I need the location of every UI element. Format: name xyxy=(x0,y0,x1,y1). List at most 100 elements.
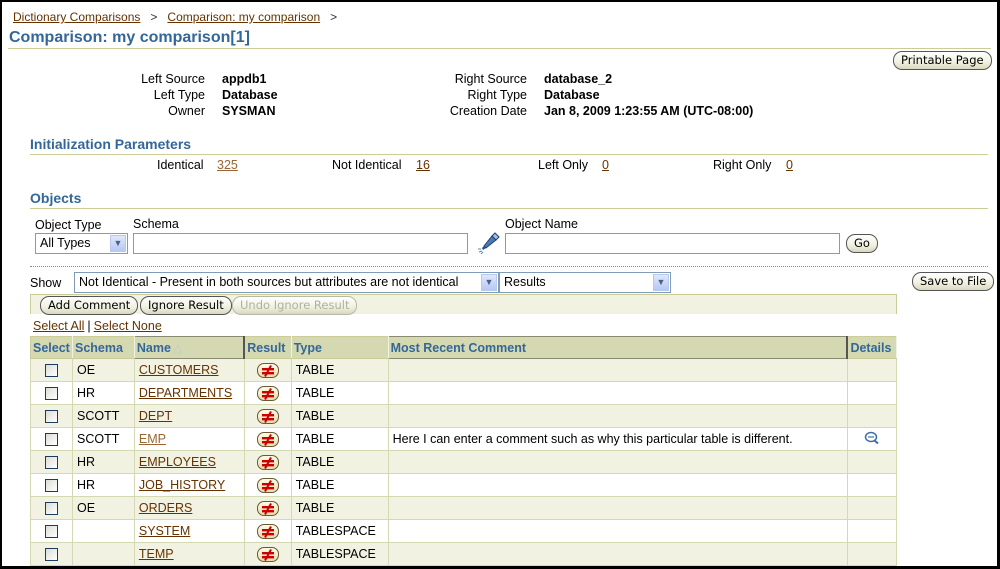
not-identical-count-link[interactable]: 16 xyxy=(416,158,430,172)
right-only-count-link[interactable]: 0 xyxy=(786,158,793,172)
row-checkbox[interactable] xyxy=(44,479,58,493)
left-only-count-link[interactable]: 0 xyxy=(602,158,609,172)
chevron-down-icon: ▼ xyxy=(653,274,669,291)
title-divider xyxy=(8,48,991,49)
breadcrumb-separator: > xyxy=(330,10,338,24)
object-type-select[interactable]: All Types ▼ xyxy=(35,233,128,254)
schema-cell: OE xyxy=(71,358,135,382)
select-cell xyxy=(30,404,73,428)
breadcrumb-dictionary-comparisons[interactable]: Dictionary Comparisons xyxy=(13,10,140,24)
schema-cell xyxy=(71,542,135,566)
comment-cell xyxy=(387,450,848,474)
results-table: Select Schema Name △ Result Type Most Rec… xyxy=(30,336,898,566)
show-filter-select[interactable]: Not Identical - Present in both sources … xyxy=(74,272,499,293)
result-cell xyxy=(243,473,292,497)
select-all-link[interactable]: Select All xyxy=(33,319,84,333)
result-cell xyxy=(243,427,292,451)
page-title: Comparison: my comparison[1] xyxy=(9,29,250,46)
right-source-value: database_2 xyxy=(544,72,613,86)
not-equal-icon xyxy=(256,500,279,516)
details-cell xyxy=(846,473,898,497)
column-header-result[interactable]: Result xyxy=(243,336,292,359)
row-checkbox[interactable] xyxy=(44,502,58,516)
details-cell xyxy=(846,358,898,382)
comment-cell xyxy=(387,519,848,543)
table-row: SYSTEM TABLESPACE xyxy=(30,519,898,543)
type-cell: TABLE xyxy=(290,496,389,520)
row-checkbox[interactable] xyxy=(44,387,58,401)
column-header-name[interactable]: Name △ xyxy=(133,336,246,359)
row-checkbox[interactable] xyxy=(44,410,58,424)
right-type-value: Database xyxy=(544,88,600,102)
schema-input[interactable] xyxy=(133,233,468,254)
row-checkbox[interactable] xyxy=(44,364,58,378)
view-details-icon[interactable] xyxy=(864,431,880,448)
flashlight-search-icon[interactable] xyxy=(474,230,500,259)
object-name-link[interactable]: CUSTOMERS xyxy=(139,363,219,377)
comment-cell xyxy=(387,542,848,566)
object-name-label: Object Name xyxy=(505,217,578,231)
name-cell: ORDERS xyxy=(133,496,245,520)
left-only-label: Left Only xyxy=(538,158,589,172)
show-filter-value: Not Identical - Present in both sources … xyxy=(79,275,459,289)
object-name-link[interactable]: DEPT xyxy=(139,409,172,423)
name-cell: DEPARTMENTS xyxy=(133,381,245,405)
not-equal-icon xyxy=(256,431,279,447)
breadcrumb: Dictionary Comparisons > Comparison: my co… xyxy=(13,10,347,24)
object-name-link[interactable]: SYSTEM xyxy=(139,524,190,538)
not-equal-icon xyxy=(256,477,279,493)
row-checkbox[interactable] xyxy=(44,456,58,470)
not-equal-icon xyxy=(256,408,279,424)
object-name-link[interactable]: DEPARTMENTS xyxy=(139,386,232,400)
select-cell xyxy=(30,496,73,520)
select-cell xyxy=(30,519,73,543)
object-name-link[interactable]: EMP xyxy=(139,432,166,446)
object-name-link[interactable]: JOB_HISTORY xyxy=(139,478,225,492)
comment-cell xyxy=(387,473,848,497)
right-only-label: Right Only xyxy=(713,158,772,172)
object-name-input[interactable] xyxy=(505,233,840,254)
owner-value: SYSMAN xyxy=(222,104,276,118)
printable-page-button[interactable]: Printable Page xyxy=(893,51,992,70)
column-header-type[interactable]: Type xyxy=(290,336,389,359)
view-select[interactable]: Results ▼ xyxy=(499,272,671,293)
schema-cell xyxy=(71,519,135,543)
schema-cell: OE xyxy=(71,496,135,520)
row-checkbox[interactable] xyxy=(44,525,58,539)
comment-cell xyxy=(387,404,848,428)
show-label: Show xyxy=(30,276,62,290)
object-name-link[interactable]: ORDERS xyxy=(139,501,192,515)
select-cell xyxy=(30,542,73,566)
column-header-schema[interactable]: Schema xyxy=(71,336,135,359)
result-cell xyxy=(243,496,292,520)
chevron-down-icon: ▼ xyxy=(110,235,126,252)
row-checkbox[interactable] xyxy=(44,548,58,562)
name-cell: DEPT xyxy=(133,404,245,428)
comment-cell xyxy=(387,358,848,382)
row-checkbox[interactable] xyxy=(44,433,58,447)
identical-label: Identical xyxy=(157,158,204,172)
object-name-link[interactable]: EMPLOYEES xyxy=(139,455,216,469)
select-cell xyxy=(30,381,73,405)
column-header-most-recent-comment[interactable]: Most Recent Comment xyxy=(387,336,849,359)
table-row: SCOTT EMP TABLE Here I can enter a comment … xyxy=(30,427,898,451)
comment-cell: Here I can enter a comment such as why t… xyxy=(387,427,848,451)
save-to-file-button[interactable]: Save to File xyxy=(912,272,995,291)
table-row: HR EMPLOYEES TABLE xyxy=(30,450,898,474)
object-type-value: All Types xyxy=(40,236,91,250)
not-equal-icon xyxy=(256,454,279,470)
name-cell: TEMP xyxy=(133,542,245,566)
breadcrumb-comparison[interactable]: Comparison: my comparison xyxy=(167,10,320,24)
left-source-label: Left Source xyxy=(141,72,205,86)
go-button[interactable]: Go xyxy=(846,234,878,253)
identical-count-link[interactable]: 325 xyxy=(217,158,238,172)
select-none-link[interactable]: Select None xyxy=(94,319,162,333)
left-type-label: Left Type xyxy=(153,88,205,102)
object-name-link[interactable]: TEMP xyxy=(139,547,174,561)
column-header-name-label: Name xyxy=(136,341,171,355)
creation-date-label: Creation Date xyxy=(449,104,527,118)
select-cell xyxy=(30,473,73,497)
ignore-result-button[interactable]: Ignore Result xyxy=(140,296,232,315)
type-cell: TABLE xyxy=(290,450,389,474)
add-comment-button[interactable]: Add Comment xyxy=(40,296,139,315)
